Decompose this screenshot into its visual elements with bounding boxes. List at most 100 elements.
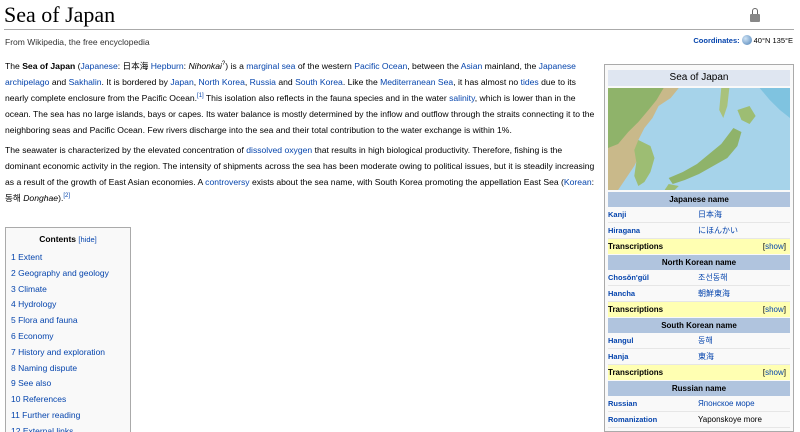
infobox-row: Russian Японское море [608,396,790,412]
show-link[interactable]: show [765,368,784,377]
toc-item[interactable]: 4 Hydrology [11,297,125,313]
p1-text: of the western [295,61,355,71]
infobox-row-value[interactable]: 日本海 [698,207,790,222]
infobox: Sea of Japan Japanese name Kanji 日本海 Hiraga… [604,64,794,432]
p2-text: The seawater is characterized by the ele… [5,145,247,155]
infobox-row-label[interactable]: Kanji [608,207,698,222]
article-body: The Sea of Japan (Japanese: 日本海 Hepburn:… [5,58,599,210]
infobox-row-label[interactable]: Hanja [608,349,698,364]
infobox-row: Chosŏn'gŭl 조선동해 [608,270,790,286]
coordinates-value[interactable]: 40°N 135°E [754,36,793,45]
toc-item[interactable]: 7 History and exploration [11,345,125,361]
infobox-section-header: North Korean name [608,255,790,270]
infobox-section-header: Japanese name [608,192,790,207]
toc-item[interactable]: 6 Economy [11,329,125,345]
toc-item[interactable]: 10 References [11,392,125,408]
infobox-sections: Japanese name Kanji 日本海 Hiragana にほんかい Transc… [608,192,790,428]
toc-item[interactable]: 9 See also [11,376,125,392]
p2-link[interactable]: dissolved oxygen [246,145,312,155]
toc-item[interactable]: 3 Climate [11,282,125,298]
p1-link[interactable]: Hepburn [151,61,184,71]
p1-link[interactable]: Japan [170,77,193,87]
coordinates-label[interactable]: Coordinates: [693,36,739,45]
p1-text: mainland, the [482,61,539,71]
infobox-row: Hiragana にほんかい [608,223,790,239]
infobox-row-value[interactable]: にほんかい [698,223,790,238]
p1-link[interactable]: salinity [449,93,475,103]
p1-text: , it has almost no [453,77,521,87]
show-transcriptions-toggle[interactable]: [show] [763,365,786,380]
toc-item[interactable]: 8 Naming dispute [11,361,125,377]
p1-text: Sea of Japan [22,61,76,71]
show-link[interactable]: show [765,242,784,251]
transcriptions-row: Transcriptions [show] [608,302,790,317]
infobox-row: Hancha 朝鮮東海 [608,286,790,302]
transcriptions-row: Transcriptions [show] [608,365,790,380]
show-link[interactable]: show [765,305,784,314]
infobox-row-label[interactable]: Hangul [608,333,698,348]
infobox-row-label[interactable]: Hancha [608,286,698,301]
p1-link[interactable]: South Korea [295,77,343,87]
p1-text: . It is bordered by [101,77,171,87]
infobox-map-image[interactable] [608,88,790,190]
infobox-row-value[interactable]: 조선동해 [698,270,790,285]
p2-text: exists about the sea name, with South Ko… [249,177,564,187]
p1-link[interactable]: Asian [461,61,483,71]
p1-link[interactable]: marginal sea [246,61,295,71]
p1-text: and [49,77,69,87]
page-title: Sea of Japan [4,2,116,27]
infobox-row-label[interactable]: Romanization [608,412,698,427]
toc-item[interactable]: 11 Further reading [11,408,125,424]
infobox-row-value[interactable]: 동해 [698,333,790,348]
infobox-row-value[interactable]: 朝鮮東海 [698,286,790,301]
infobox-row: Romanization Yaponskoye more [608,412,790,428]
p1-text: This isolation also reflects in the faun… [203,93,450,103]
show-transcriptions-toggle[interactable]: [show] [763,302,786,317]
infobox-section-header: South Korean name [608,318,790,333]
toc-item[interactable]: 5 Flora and fauna [11,313,125,329]
infobox-row-label[interactable]: Chosŏn'gŭl [608,270,698,285]
transcriptions-label: Transcriptions [608,305,664,314]
infobox-row-value: Yaponskoye more [698,415,762,424]
transcriptions-label: Transcriptions [608,368,664,377]
site-tagline: From Wikipedia, the free encyclopedia [5,37,150,47]
transcriptions-row: Transcriptions [show] [608,239,790,254]
lock-icon [750,8,760,24]
infobox-section-header: Russian name [608,381,790,396]
show-transcriptions-toggle[interactable]: [show] [763,239,786,254]
toc-item[interactable]: 2 Geography and geology [11,266,125,282]
title-divider [4,29,794,30]
p1-text: Nihonkai [188,61,222,71]
p1-text: : 日本海 [117,61,151,71]
p1-link[interactable]: Sakhalin [69,77,102,87]
p1-link[interactable]: North Korea [199,77,245,87]
intro-paragraph-1: The Sea of Japan (Japanese: 日本海 Hepburn:… [5,58,599,138]
toc-item[interactable]: 1 Extent [11,250,125,266]
p2-link[interactable]: controversy [205,177,249,187]
infobox-row-label[interactable]: Russian [608,396,698,411]
toc-title: Contents [39,234,77,244]
infobox-row-value[interactable]: Японское море [698,396,790,411]
p1-link[interactable]: tides [521,77,539,87]
p1-link[interactable]: [1] [197,93,204,99]
toc-item[interactable]: 12 External links [11,424,125,432]
p1-link[interactable]: Mediterranean Sea [380,77,453,87]
transcriptions-label: Transcriptions [608,242,664,251]
toc-list: 1 Extent 2 Geography and geology 3 Climate… [11,250,125,432]
p2-link[interactable]: Korean [564,177,592,187]
toc-hide-toggle[interactable]: [hide] [78,235,96,244]
p1-text: and [275,77,296,87]
p2-text: Donghae [23,193,59,203]
p1-link[interactable]: Russia [250,77,276,87]
infobox-row-value[interactable]: 東海 [698,349,790,364]
globe-icon[interactable] [741,35,752,45]
infobox-row-label[interactable]: Hiragana [608,223,698,238]
p1-link[interactable]: Pacific Ocean [354,61,407,71]
table-of-contents: Contents [hide] 1 Extent 2 Geography and … [5,227,131,432]
coordinates: Coordinates: 40°N 135°E [693,35,793,45]
p1-link[interactable]: Japanese [80,61,117,71]
infobox-row: Kanji 日本海 [608,207,790,223]
p2-link[interactable]: [2] [63,193,70,199]
p1-text: , between the [407,61,461,71]
p1-text: The [5,61,23,71]
